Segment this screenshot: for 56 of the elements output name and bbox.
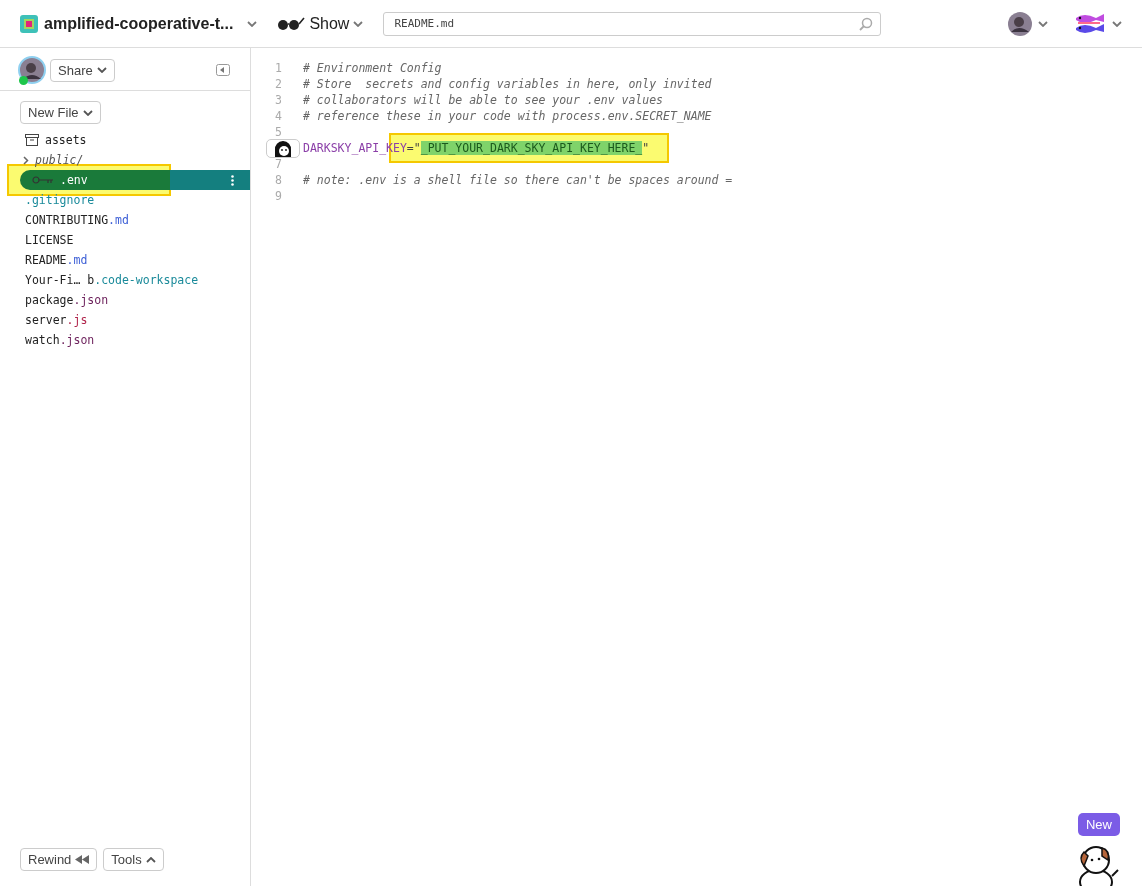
env-value: _PUT_YOUR_DARK_SKY_API_KEY_HERE_ bbox=[420, 141, 643, 155]
collapse-sidebar-icon[interactable] bbox=[216, 64, 230, 76]
chevron-down-icon[interactable] bbox=[1112, 20, 1122, 27]
search-field[interactable]: README.md bbox=[383, 11, 882, 36]
line-number: 9 bbox=[274, 189, 283, 203]
file-item[interactable]: watch.json bbox=[0, 330, 250, 350]
search-icon bbox=[859, 16, 874, 31]
file-item[interactable]: public/ bbox=[0, 150, 250, 170]
line-number: 5 bbox=[274, 125, 283, 139]
project-logo-icon bbox=[20, 14, 38, 33]
file-item[interactable]: CONTRIBUTING.md bbox=[0, 210, 250, 230]
file-item[interactable]: package.json bbox=[0, 290, 250, 310]
code-comment: # collaborators will be able to see your .env values bbox=[303, 93, 664, 107]
equals-sign: = bbox=[406, 141, 414, 155]
code-comment: # Environment Config bbox=[303, 61, 442, 75]
chevron-down-icon bbox=[82, 109, 93, 116]
online-status-dot bbox=[19, 76, 28, 85]
new-badge[interactable]: New bbox=[1078, 813, 1120, 836]
code-comment: # note: .env is a shell file so there can't be spaces around = bbox=[303, 173, 733, 187]
file-item[interactable]: .env bbox=[20, 170, 250, 190]
key-icon bbox=[32, 176, 54, 184]
share-button[interactable]: Share bbox=[50, 58, 115, 82]
archive-box-icon bbox=[25, 134, 39, 146]
chevron-down-icon bbox=[353, 20, 364, 27]
glasses-icon bbox=[277, 16, 306, 31]
tools-button[interactable]: Tools bbox=[103, 848, 164, 871]
quote-mark: " bbox=[642, 141, 650, 155]
more-options-icon[interactable] bbox=[231, 174, 234, 186]
code-comment: # Store secrets and config variables in here, only invited bbox=[303, 77, 712, 91]
line-number: 2 bbox=[274, 77, 283, 91]
line-number: 1 bbox=[274, 61, 283, 75]
user-avatar[interactable] bbox=[18, 56, 46, 84]
project-name[interactable]: amplified-cooperative-t... bbox=[44, 14, 234, 33]
line-number: 7 bbox=[274, 157, 283, 171]
new-file-button[interactable]: New File bbox=[20, 101, 101, 124]
chevron-down-icon[interactable] bbox=[1038, 20, 1048, 27]
file-item[interactable]: LICENSE bbox=[0, 230, 250, 250]
chevron-down-icon[interactable] bbox=[247, 20, 258, 27]
line-number: 4 bbox=[274, 109, 283, 123]
file-item[interactable]: .gitignore bbox=[0, 190, 250, 210]
code-comment: # reference these in your code with process.env.SECRET_NAME bbox=[303, 109, 712, 123]
quote-mark: " bbox=[413, 141, 421, 155]
chevron-up-icon bbox=[145, 856, 156, 863]
line-number: 3 bbox=[274, 93, 283, 107]
file-item[interactable]: README.md bbox=[0, 250, 250, 270]
show-menu-button[interactable]: Show bbox=[277, 14, 364, 33]
file-item[interactable]: Your-Fi… b.code-workspace bbox=[0, 270, 250, 290]
fish-logo-icon[interactable] bbox=[1074, 11, 1106, 36]
file-item[interactable]: assets bbox=[0, 130, 250, 150]
user-avatar[interactable] bbox=[1008, 11, 1032, 36]
line-number: 8 bbox=[274, 173, 283, 187]
chevron-right-icon bbox=[23, 155, 29, 165]
file-item[interactable]: server.js bbox=[0, 310, 250, 330]
chevron-down-icon bbox=[96, 67, 107, 73]
rewind-button[interactable]: Rewind bbox=[20, 848, 98, 871]
rewind-icon bbox=[75, 855, 90, 864]
